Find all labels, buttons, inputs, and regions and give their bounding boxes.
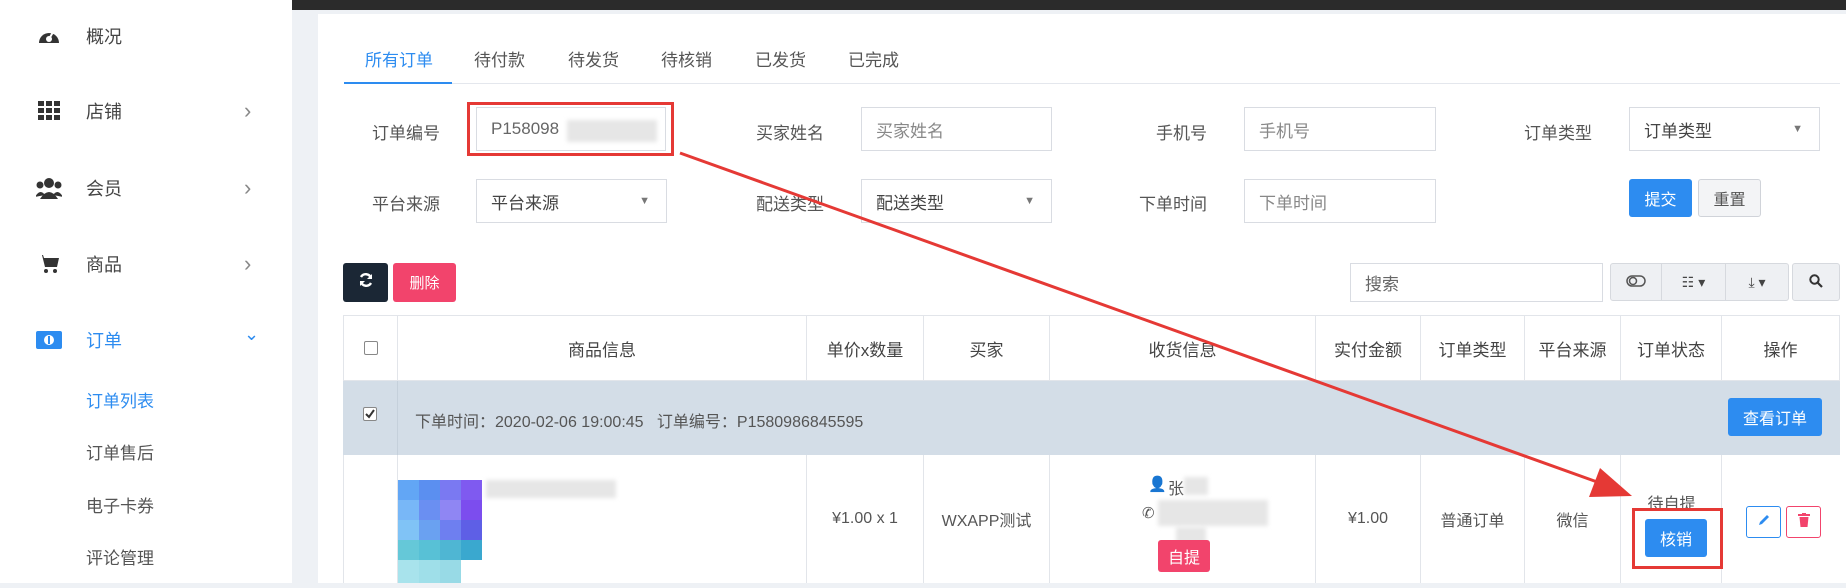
- annotation-arrow: [679, 151, 1632, 497]
